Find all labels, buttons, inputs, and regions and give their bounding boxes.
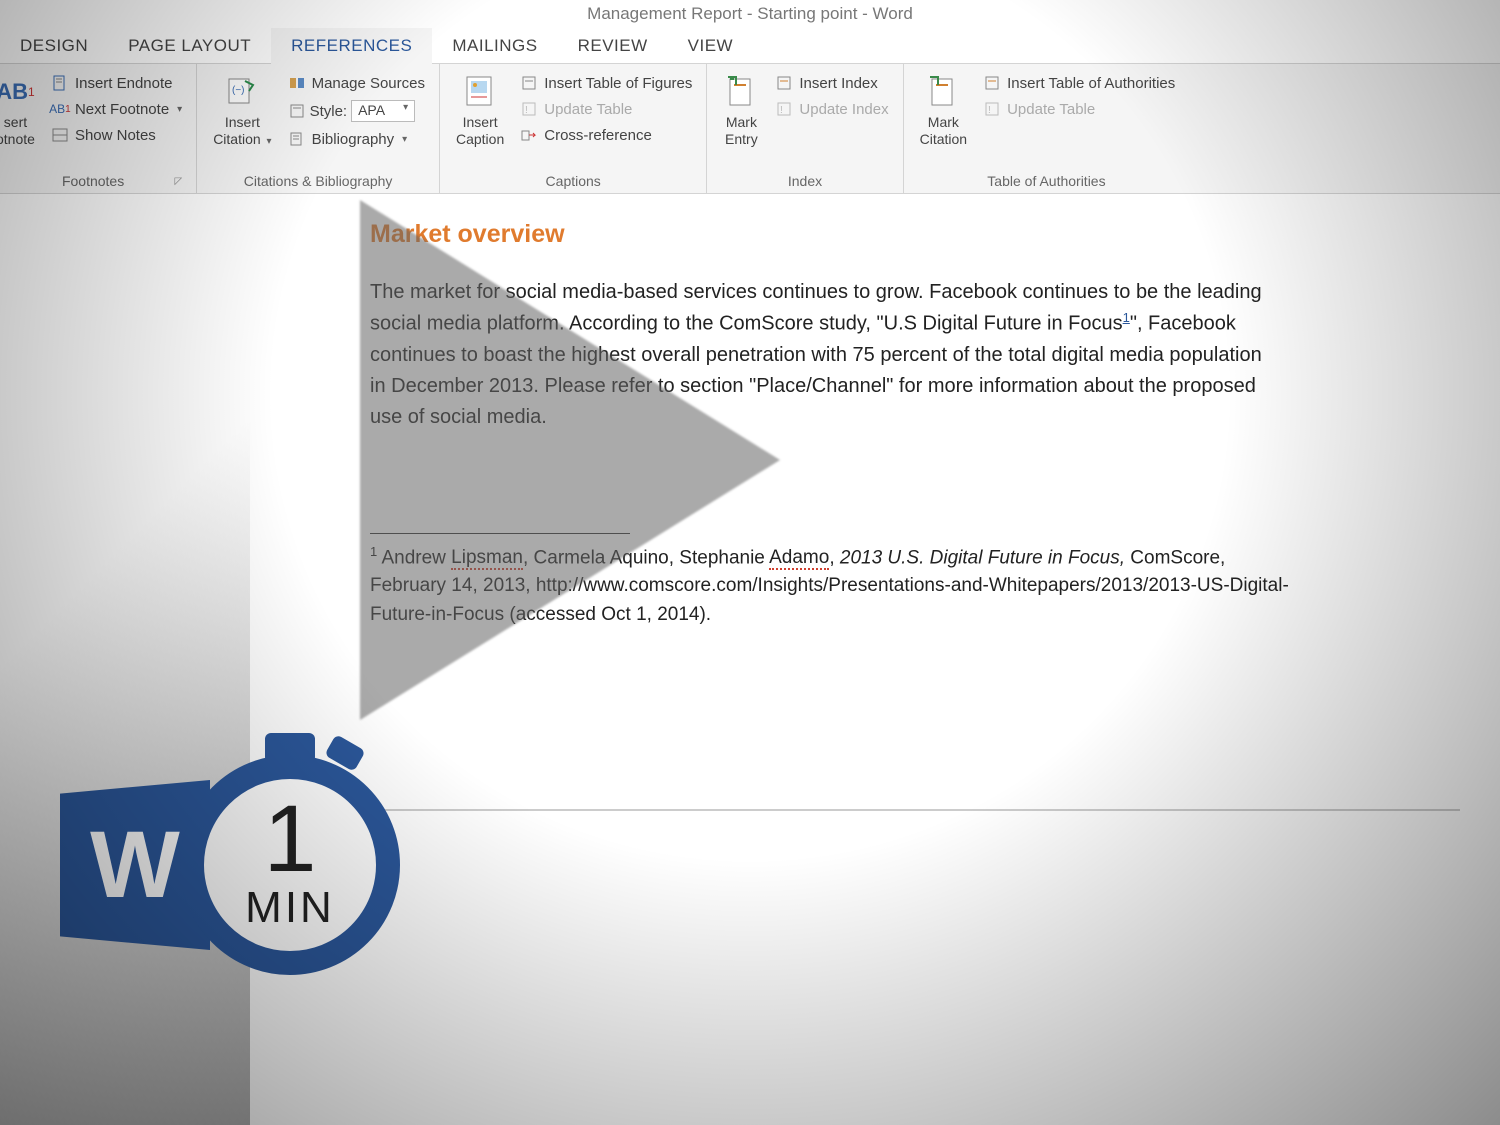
video-badge: W 1 MIN [60,755,400,975]
update-table-icon: ! [520,100,538,118]
cross-reference-button[interactable]: Cross-reference [516,124,696,146]
ribbon-tabs: DESIGN PAGE LAYOUT REFERENCES MAILINGS R… [0,28,1500,64]
manage-sources-icon [288,74,306,92]
group-label-authorities: Table of Authorities [914,171,1180,191]
insert-table-figures-button[interactable]: Insert Table of Figures [516,72,696,94]
next-footnote-icon: AB1 [51,100,69,118]
style-icon [288,102,306,120]
endnote-icon [51,74,69,92]
window-title: Management Report - Starting point - Wor… [0,0,1500,28]
tab-page-layout[interactable]: PAGE LAYOUT [108,28,271,64]
citation-icon: (−) [224,74,260,110]
insert-footnote-button[interactable]: AB1 sertotnote [0,70,41,152]
chevron-down-icon: ▾ [177,104,182,115]
ribbon-group-footnotes: AB1 sertotnote Insert Endnote AB1 Next F… [0,64,197,193]
style-dropdown[interactable]: APA ▾ [351,100,415,122]
ribbon-group-authorities: MarkCitation Insert Table of Authorities… [904,64,1190,193]
svg-text:(−): (−) [232,85,245,96]
mark-citation-button[interactable]: MarkCitation [914,70,973,152]
svg-text:!: ! [525,105,528,116]
cross-reference-icon [520,126,538,144]
bibliography-button[interactable]: Bibliography ▾ [284,128,429,150]
page-margin [0,194,250,1125]
mark-citation-icon [925,74,961,110]
ribbon-group-citations: (−) InsertCitation ▾ Manage Sources Styl… [197,64,440,193]
tab-view[interactable]: VIEW [668,28,753,64]
footnote-reference[interactable]: 1 [1123,310,1130,325]
insert-index-button[interactable]: Insert Index [771,72,892,94]
tab-references[interactable]: REFERENCES [271,28,432,64]
caption-icon [462,74,498,110]
document-area: Market overview The market for social me… [0,194,1500,1125]
group-label-footnotes: Footnotes ◸ [0,171,186,191]
ribbon-group-index: MarkEntry Insert Index ! Update Index In… [707,64,903,193]
insert-endnote-button[interactable]: Insert Endnote [47,72,186,94]
mark-entry-button[interactable]: MarkEntry [717,70,765,152]
footnote-separator [370,533,630,534]
chevron-down-icon: ▾ [402,134,407,145]
tab-review[interactable]: REVIEW [558,28,668,64]
insert-caption-button[interactable]: InsertCaption [450,70,510,152]
dialog-launcher-icon[interactable]: ◸ [174,176,182,187]
heading-market-overview: Market overview [370,220,1460,249]
update-index-button: ! Update Index [771,98,892,120]
next-footnote-button[interactable]: AB1 Next Footnote ▾ [47,98,186,120]
update-table-authorities-button: ! Update Table [979,98,1179,120]
bibliography-icon [288,130,306,148]
footnote-text: 1 Andrew Lipsman, Carmela Aquino, Stepha… [370,542,1290,630]
show-notes-icon [51,126,69,144]
table-figures-icon [520,74,538,92]
citation-style-select[interactable]: Style: APA ▾ [284,98,429,124]
insert-table-authorities-button[interactable]: Insert Table of Authorities [979,72,1179,94]
svg-text:!: ! [988,105,991,116]
group-label-index: Index [717,171,892,191]
group-label-captions: Captions [450,171,696,191]
svg-text:!: ! [780,105,783,116]
insert-citation-button[interactable]: (−) InsertCitation ▾ [207,70,277,152]
manage-sources-button[interactable]: Manage Sources [284,72,429,94]
update-table-authorities-icon: ! [983,100,1001,118]
ribbon: AB1 sertotnote Insert Endnote AB1 Next F… [0,64,1500,194]
show-notes-button[interactable]: Show Notes [47,124,186,146]
footnote-icon: AB1 [0,74,33,110]
timer-unit: MIN [245,883,335,933]
document-page[interactable]: Market overview The market for social me… [250,194,1500,1125]
update-index-icon: ! [775,100,793,118]
insert-index-icon [775,74,793,92]
table-authorities-icon [983,74,1001,92]
mark-entry-icon [723,74,759,110]
tab-design[interactable]: DESIGN [0,28,108,64]
tab-mailings[interactable]: MAILINGS [432,28,557,64]
timer-icon: 1 MIN [180,755,400,975]
group-label-citations: Citations & Bibliography [207,171,429,191]
body-paragraph: The market for social media-based servic… [370,277,1270,433]
ribbon-group-captions: InsertCaption Insert Table of Figures ! … [440,64,707,193]
timer-number: 1 [264,797,317,883]
update-table-captions-button: ! Update Table [516,98,696,120]
page-break [370,809,1460,849]
